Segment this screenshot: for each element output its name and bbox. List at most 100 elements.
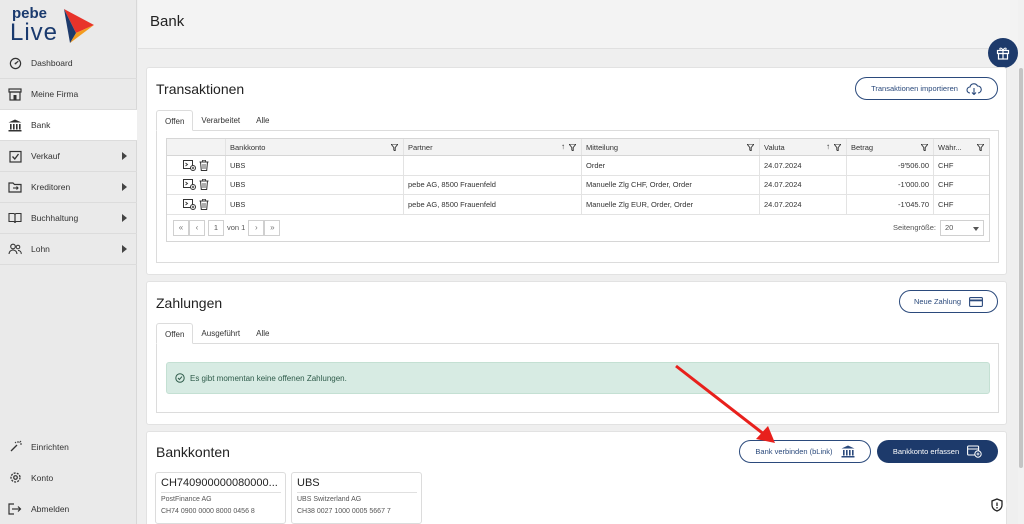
tab-alle[interactable]: Alle xyxy=(248,110,277,131)
assign-document-icon[interactable] xyxy=(183,159,196,171)
column-header-partner[interactable]: Partner ↑ xyxy=(404,139,582,155)
cell-betrag: -1'045.70 xyxy=(847,195,934,214)
column-header-waehrung[interactable]: Währ... xyxy=(934,139,989,155)
logo-mark-icon xyxy=(64,9,94,43)
button-label: Bankkonto erfassen xyxy=(892,447,960,456)
bank-icon xyxy=(841,445,855,458)
trash-icon[interactable] xyxy=(199,179,209,191)
sidebar-item-abmelden[interactable]: Abmelden xyxy=(0,493,137,524)
cell-betrag: -1'000.00 xyxy=(847,175,934,194)
table-row[interactable]: UBS pebe AG, 8500 Frauenfeld Manuelle Zl… xyxy=(167,195,989,215)
column-header-label: Betrag xyxy=(851,142,874,152)
card-bank-name: PostFinance AG xyxy=(161,496,212,503)
last-page-button[interactable]: » xyxy=(264,219,281,236)
prev-page-button[interactable]: ‹ xyxy=(189,219,205,236)
chevron-right-icon xyxy=(122,183,127,191)
sidebar-item-lohn[interactable]: Lohn xyxy=(0,234,137,265)
page-header: Bank xyxy=(138,0,1018,49)
page-title: Bank xyxy=(150,13,185,30)
cell-valuta: 24.07.2024 xyxy=(760,195,847,214)
gauge-icon xyxy=(8,56,22,70)
card-divider xyxy=(297,492,417,493)
bank-account-card[interactable]: CH740900000080000... PostFinance AG CH74… xyxy=(155,472,286,524)
page-scrollbar-thumb[interactable] xyxy=(1019,68,1023,468)
page-count: von 1 xyxy=(227,223,246,232)
cell-bankkonto: UBS xyxy=(226,156,404,175)
transaktionen-tab-content: Bankkonto Partner ↑ Mitteilung Valuta ↑ xyxy=(156,130,999,263)
page-size-select[interactable]: 20 xyxy=(940,219,984,236)
sidebar-item-bank[interactable]: Bank xyxy=(0,110,137,141)
column-header-betrag[interactable]: Betrag xyxy=(847,139,934,155)
card-iban: CH38 0027 1000 0005 5667 7 xyxy=(297,508,391,515)
column-header-label: Währ... xyxy=(938,142,962,152)
chevron-right-icon xyxy=(122,152,127,160)
filter-icon[interactable] xyxy=(977,144,984,151)
gift-icon xyxy=(996,47,1010,60)
cell-partner: pebe AG, 8500 Frauenfeld xyxy=(404,175,582,194)
tab-ausgefuehrt[interactable]: Ausgeführt xyxy=(193,323,248,344)
sidebar-item-label: Abmelden xyxy=(31,503,70,514)
tab-verarbeitet[interactable]: Verarbeitet xyxy=(193,110,248,131)
sidebar-item-label: Dashboard xyxy=(31,58,73,68)
pebe-live-logo[interactable]: pebe Live xyxy=(10,5,100,46)
gift-button[interactable] xyxy=(988,38,1018,68)
filter-icon[interactable] xyxy=(747,144,754,151)
column-header-bankkonto[interactable]: Bankkonto xyxy=(226,139,404,155)
card-bank-name: UBS Switzerland AG xyxy=(297,496,362,503)
logo-text-bottom: Live xyxy=(10,19,59,46)
sidebar-item-verkauf[interactable]: Verkauf xyxy=(0,141,137,172)
assign-document-icon[interactable] xyxy=(183,179,196,191)
transaktionen-importieren-button[interactable]: Transaktionen importieren xyxy=(855,77,998,100)
cell-bankkonto: UBS xyxy=(226,175,404,194)
storefront-icon xyxy=(8,87,22,101)
bankkonto-erfassen-button[interactable]: Bankkonto erfassen xyxy=(877,440,998,463)
sidebar-bottom-nav: Einrichten Konto Abmelden xyxy=(0,431,137,524)
book-icon xyxy=(8,211,22,225)
cell-betrag: -9'506.00 xyxy=(847,156,934,175)
row-actions xyxy=(167,195,226,214)
checkbox-icon xyxy=(8,149,22,163)
filter-icon[interactable] xyxy=(391,144,398,151)
column-header-mitteilung[interactable]: Mitteilung xyxy=(582,139,760,155)
current-page[interactable]: 1 xyxy=(208,219,224,236)
sidebar-item-dashboard[interactable]: Dashboard xyxy=(0,48,137,79)
cell-mitteilung: Order xyxy=(582,156,760,175)
filter-icon[interactable] xyxy=(834,144,841,151)
sidebar-item-label: Meine Firma xyxy=(31,89,79,99)
cell-partner xyxy=(404,156,582,175)
first-page-button[interactable]: « xyxy=(173,219,189,236)
trash-icon[interactable] xyxy=(199,198,209,210)
trash-icon[interactable] xyxy=(199,159,209,171)
tab-alle[interactable]: Alle xyxy=(248,323,277,344)
sidebar-item-konto[interactable]: Konto xyxy=(0,462,137,493)
next-page-button[interactable]: › xyxy=(248,219,265,236)
sidebar-item-kreditoren[interactable]: Kreditoren xyxy=(0,172,137,203)
wand-icon xyxy=(8,440,22,454)
chevron-right-icon xyxy=(122,245,127,253)
table-row[interactable]: UBS Order 24.07.2024 -9'506.00 CHF xyxy=(167,156,989,176)
sidebar-item-label: Lohn xyxy=(31,244,50,254)
table-row[interactable]: UBS pebe AG, 8500 Frauenfeld Manuelle Zl… xyxy=(167,175,989,195)
cloud-download-icon xyxy=(966,82,982,95)
column-header-valuta[interactable]: Valuta ↑ xyxy=(760,139,847,155)
sort-up-icon[interactable]: ↑ xyxy=(826,142,830,151)
transaktionen-panel: Transaktionen Transaktionen importieren … xyxy=(146,67,1007,275)
filter-icon[interactable] xyxy=(569,144,576,151)
sidebar-item-label: Konto xyxy=(31,472,54,483)
zahlungen-panel: Zahlungen Neue Zahlung Offen Ausgeführt … xyxy=(146,281,1007,425)
sidebar-item-label: Buchhaltung xyxy=(31,213,79,223)
gear-icon xyxy=(8,471,22,485)
tab-offen[interactable]: Offen xyxy=(156,323,194,344)
assign-document-icon[interactable] xyxy=(183,198,196,210)
sidebar-item-label: Verkauf xyxy=(31,151,60,161)
no-payments-alert: Es gibt momentan keine offenen Zahlungen… xyxy=(166,362,990,394)
sidebar-item-meine-firma[interactable]: Meine Firma xyxy=(0,79,137,110)
bank-account-card[interactable]: UBS UBS Switzerland AG CH38 0027 1000 00… xyxy=(291,472,422,524)
tab-offen[interactable]: Offen xyxy=(156,110,194,131)
filter-icon[interactable] xyxy=(921,144,928,151)
neue-zahlung-button[interactable]: Neue Zahlung xyxy=(899,290,998,313)
sort-up-icon[interactable]: ↑ xyxy=(561,142,565,151)
sidebar-item-buchhaltung[interactable]: Buchhaltung xyxy=(0,203,137,234)
shield-icon[interactable] xyxy=(987,495,1007,515)
sidebar-item-einrichten[interactable]: Einrichten xyxy=(0,431,137,462)
